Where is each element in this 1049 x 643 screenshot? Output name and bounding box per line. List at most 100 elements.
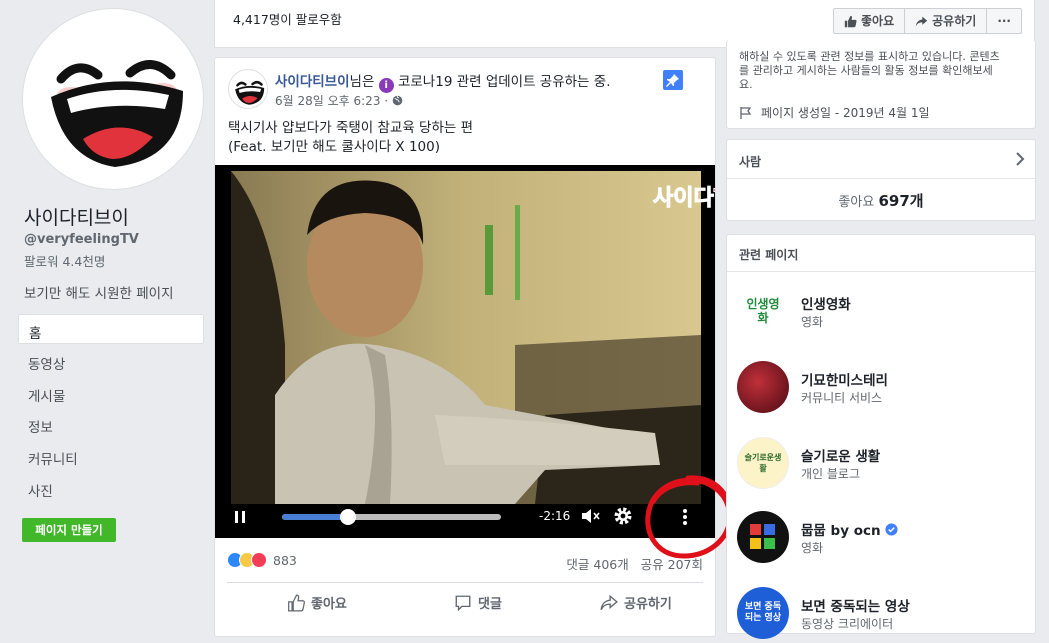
post-like-button[interactable]: 좋아요 xyxy=(287,593,347,612)
page-like-label: 좋아요 xyxy=(861,14,895,28)
page-created-row: 페이지 생성일 - 2019년 4월 1일 xyxy=(739,104,930,121)
page-created-date: 페이지 생성일 - 2019년 4월 1일 xyxy=(761,106,930,120)
info-icon: i xyxy=(378,78,394,93)
related-divider xyxy=(727,271,1035,272)
followers-count: 4,417명이 팔로우함 xyxy=(233,12,342,27)
related-page-name[interactable]: 뭅뭅 by ocn xyxy=(801,519,898,539)
post-author-avatar[interactable] xyxy=(228,69,268,109)
page-share-label: 공유하기 xyxy=(932,14,977,28)
pin-icon[interactable] xyxy=(663,70,683,90)
post-timestamp[interactable]: 6월 28일 오후 6:23 · xyxy=(275,92,403,109)
post-header: 사이다티브이님은 i 코로나19 관련 업데이트 공유하는 중. xyxy=(275,70,610,93)
video-progress-track[interactable] xyxy=(282,509,501,525)
related-page-thumb: 인생영화 xyxy=(737,285,789,337)
about-description: 해하실 수 있도록 관련 정보를 표시하고 있습니다. 콘텐츠 를 관리하고 게… xyxy=(739,50,1000,92)
share-arrow-icon xyxy=(600,594,618,610)
flag-icon xyxy=(740,106,752,119)
related-page-item[interactable]: 인생영화 인생영화 영화 xyxy=(737,285,1027,341)
post-text-line: 택시기사 얍보다가 죽탱이 참교육 당하는 편 xyxy=(228,120,474,136)
related-page-thumb xyxy=(737,361,789,413)
post-author-name[interactable]: 사이다티브이 xyxy=(275,74,350,90)
related-page-thumb: 슬기로운생활 xyxy=(737,437,789,489)
related-pages-title: 관련 페이지 xyxy=(739,248,799,262)
annotation-circle xyxy=(645,475,733,559)
related-page-category: 커뮤니티 서비스 xyxy=(801,391,883,405)
more-options-button[interactable]: ··· xyxy=(987,9,1021,33)
nav-item-home[interactable]: 홈 xyxy=(18,314,204,344)
video-scrubber-handle[interactable] xyxy=(339,509,356,525)
page-sidebar: 사이다티브이 @veryfeelingTV 팔로워 4.4천명 보기만 해도 시… xyxy=(0,0,212,627)
post-comment-label: 댓글 xyxy=(478,597,502,612)
post-activity: 코로나19 관련 업데이트 공유하는 중. xyxy=(397,74,611,90)
related-thumb-text: 보면 중독되는 영상 xyxy=(744,602,782,623)
comment-bubble-icon xyxy=(455,595,471,611)
settings-gear-icon[interactable] xyxy=(612,505,634,527)
related-page-category: 개인 블로그 xyxy=(801,467,861,481)
video-progress-fill xyxy=(282,514,348,520)
nav-item-posts[interactable]: 게시물 xyxy=(18,378,204,408)
people-title: 사람 xyxy=(739,155,762,169)
related-thumb-text: 인생영화 xyxy=(746,297,780,325)
likes-label: 좋아요 xyxy=(838,195,875,210)
video-watermark: 사이다TV xyxy=(653,186,715,211)
post-like-label: 좋아요 xyxy=(311,597,347,612)
nav-item-about[interactable]: 정보 xyxy=(18,409,204,439)
create-page-button[interactable]: 페이지 만들기 xyxy=(22,518,116,542)
pin-glyph xyxy=(666,74,679,87)
related-page-item[interactable]: 기묘한미스테리 커뮤니티 서비스 xyxy=(737,361,1027,417)
post-share-label: 공유하기 xyxy=(624,597,672,612)
reactions-summary[interactable]: 883 xyxy=(227,552,297,568)
related-page-item[interactable]: 보면 중독되는 영상 보면 중독되는 영상 동영상 크리에이터 xyxy=(737,587,1027,643)
related-page-name-text: 뭅뭅 by ocn xyxy=(801,523,881,539)
share-arrow-icon xyxy=(915,16,928,26)
related-page-name[interactable]: 인생영화 xyxy=(801,293,851,313)
about-text-line: 해하실 수 있도록 관련 정보를 표시하고 있습니다. 콘텐츠 xyxy=(739,50,1000,63)
page-tagline: 보기만 해도 시원한 페이지 xyxy=(24,286,174,302)
about-text-line: 요. xyxy=(739,78,753,91)
laughing-face-icon xyxy=(229,70,267,108)
related-page-thumb: 보면 중독되는 영상 xyxy=(737,587,789,639)
page-followers: 팔로워 4.4천명 xyxy=(24,254,106,269)
thumbs-up-icon xyxy=(844,15,857,27)
related-page-item[interactable]: 뭅뭅 by ocn 영화 xyxy=(737,511,1027,567)
comment-count[interactable]: 댓글 406개 xyxy=(566,557,628,572)
related-pages-card: 관련 페이지 인생영화 인생영화 영화 기묘한미스테리 커뮤니티 서비스 슬기로… xyxy=(726,234,1036,639)
about-card: 해하실 수 있도록 관련 정보를 표시하고 있습니다. 콘텐츠 를 관리하고 게… xyxy=(726,40,1036,129)
related-page-category: 동영상 크리에이터 xyxy=(801,617,894,631)
laughing-face-icon xyxy=(26,12,202,188)
page-profile-picture[interactable] xyxy=(22,8,204,190)
pause-icon[interactable] xyxy=(233,510,247,524)
page-title[interactable]: 사이다티브이 xyxy=(24,203,129,230)
nav-item-videos[interactable]: 동영상 xyxy=(18,346,204,376)
related-page-name[interactable]: 보면 중독되는 영상 xyxy=(801,595,910,615)
page-handle[interactable]: @veryfeelingTV xyxy=(24,232,139,247)
related-page-category: 영화 xyxy=(801,541,824,555)
related-thumb-text: 슬기로운생활 xyxy=(744,453,782,473)
reaction-count: 883 xyxy=(273,552,297,568)
thumbs-up-icon xyxy=(288,594,305,611)
page-like-button[interactable]: 좋아요 xyxy=(834,9,906,33)
post-share-button[interactable]: 공유하기 xyxy=(600,593,672,612)
likes-count: 697개 xyxy=(878,192,924,210)
post-divider xyxy=(227,582,703,583)
related-page-name[interactable]: 슬기로운 생활 xyxy=(801,445,880,465)
love-reaction-icon xyxy=(251,552,267,568)
page-share-button[interactable]: 공유하기 xyxy=(905,9,988,33)
people-card: 사람 좋아요 697개 xyxy=(726,139,1036,221)
page-actions: 좋아요 공유하기 ··· xyxy=(833,8,1022,34)
chevron-right-icon[interactable] xyxy=(1015,152,1025,166)
moomoo-logo-icon xyxy=(750,524,775,549)
post-comment-button[interactable]: 댓글 xyxy=(454,593,502,612)
related-page-category: 영화 xyxy=(801,315,824,329)
post-body: 택시기사 얍보다가 죽탱이 참교육 당하는 편 (Feat. 보기만 해도 쿨사… xyxy=(228,119,473,157)
post-time-text: 6월 28일 오후 6:23 · xyxy=(275,94,392,108)
page-likes-summary[interactable]: 좋아요 697개 xyxy=(727,190,1035,211)
video-time-remaining: -2:16 xyxy=(539,509,571,523)
globe-icon xyxy=(392,95,403,106)
related-page-name[interactable]: 기묘한미스테리 xyxy=(801,369,888,389)
mute-icon[interactable] xyxy=(579,505,601,527)
related-page-item[interactable]: 슬기로운생활 슬기로운 생활 개인 블로그 xyxy=(737,437,1027,493)
nav-item-photos[interactable]: 사진 xyxy=(18,473,204,503)
post-text-line: (Feat. 보기만 해도 쿨사이다 X 100) xyxy=(228,139,440,155)
nav-item-community[interactable]: 커뮤니티 xyxy=(18,441,204,471)
